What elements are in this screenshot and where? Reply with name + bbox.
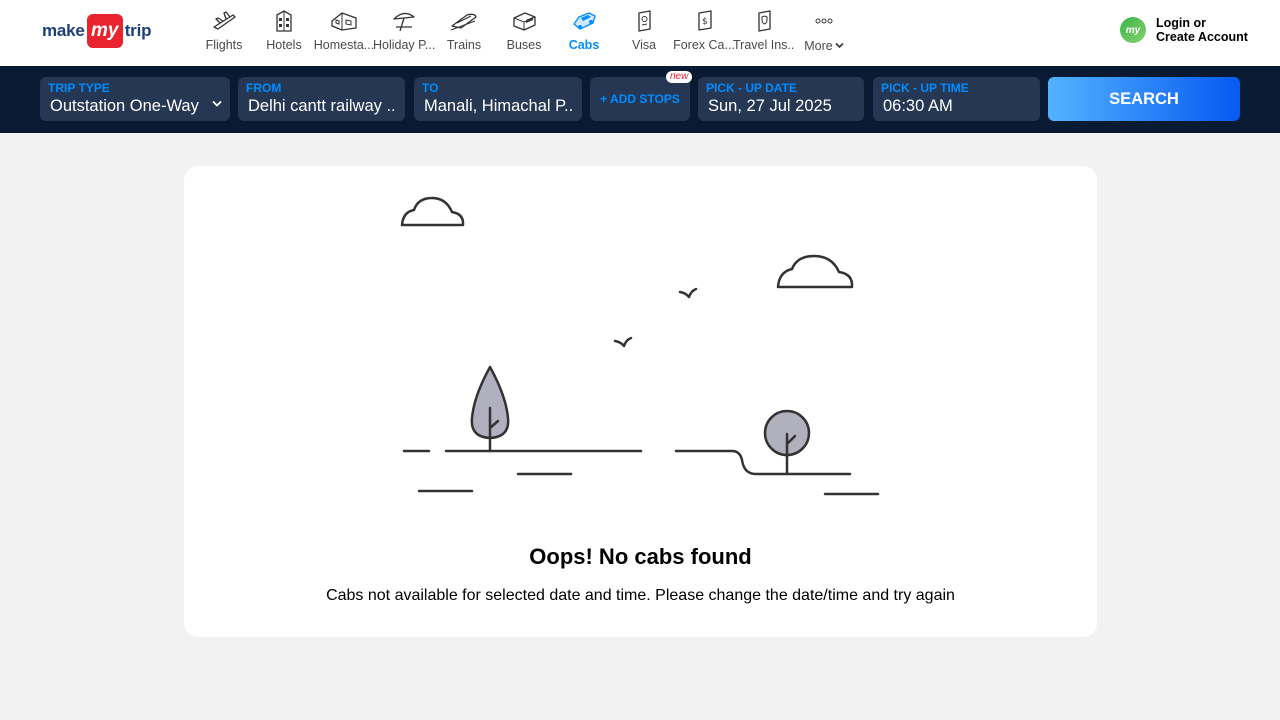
pickup-date-field[interactable]: PICK - UP DATE Sun, 27 Jul 2025 — [698, 77, 864, 121]
pickup-date-caption: PICK - UP DATE — [706, 81, 797, 95]
trip-type-caption: TRIP TYPE — [48, 81, 110, 95]
nav-label: Trains — [446, 38, 482, 52]
pickup-time-value: 06:30 AM — [883, 97, 953, 115]
to-value: Manali, Himachal P... — [424, 97, 574, 115]
nav-item-buses[interactable]: Buses — [494, 6, 554, 60]
more-row: More — [804, 36, 844, 54]
nav-item-flights[interactable]: Flights — [194, 6, 254, 60]
nav-label: Forex Ca... — [673, 38, 735, 52]
nav-label: Cabs — [568, 38, 600, 52]
nav-label: Travel Ins... — [733, 38, 795, 52]
holiday-icon — [389, 6, 419, 36]
search-button[interactable]: SEARCH — [1048, 77, 1240, 121]
pickup-time-caption: PICK - UP TIME — [881, 81, 969, 95]
forex-icon: $ — [689, 6, 719, 36]
homestay-icon — [329, 6, 359, 36]
pickup-time-field[interactable]: PICK - UP TIME 06:30 AM — [873, 77, 1040, 121]
nav-item-visa[interactable]: Visa — [614, 6, 674, 60]
visa-icon — [629, 6, 659, 36]
empty-state-title: Oops! No cabs found — [529, 544, 752, 569]
cloud-icon — [776, 254, 854, 289]
avatar: my — [1120, 17, 1146, 43]
plane-icon — [209, 6, 239, 36]
login-line-2: Create Account — [1156, 30, 1248, 44]
more-icon — [809, 6, 839, 36]
from-value: Delhi cantt railway ... — [248, 97, 397, 115]
nav-label: Holiday P... — [373, 38, 435, 52]
chevron-down-icon — [835, 36, 844, 54]
svg-text:$: $ — [702, 17, 708, 27]
pickup-date-value: Sun, 27 Jul 2025 — [708, 97, 832, 115]
empty-state-message: Cabs not available for selected date and… — [326, 587, 955, 604]
nav-item-forex-card[interactable]: $ Forex Ca... — [673, 6, 735, 60]
product-nav: Flights Hotels Homesta... Holiday P... T… — [194, 6, 854, 60]
nav-item-travel-insurance[interactable]: Travel Ins... — [733, 6, 795, 60]
nav-label: Buses — [506, 38, 542, 52]
hotel-icon — [269, 6, 299, 36]
new-badge: new — [666, 71, 693, 83]
bird-icon — [613, 336, 633, 348]
nav-item-trains[interactable]: Trains — [434, 6, 494, 60]
trip-type-value: Outstation One-Way — [50, 97, 199, 115]
logo-text-my: my — [86, 14, 123, 48]
to-field[interactable]: TO Manali, Himachal P... — [414, 77, 582, 121]
cloud-icon — [400, 196, 465, 227]
cab-icon — [569, 6, 599, 36]
train-icon — [449, 6, 479, 36]
trip-type-select[interactable]: TRIP TYPE Outstation One-Way — [40, 77, 230, 121]
nav-label: Flights — [205, 38, 243, 52]
add-stops-button[interactable]: + ADD STOPS — [590, 77, 690, 121]
nav-item-cabs[interactable]: Cabs — [554, 6, 614, 60]
nav-label: Hotels — [266, 38, 302, 52]
insurance-icon — [749, 6, 779, 36]
nav-label: Homesta... — [313, 38, 375, 52]
to-caption: TO — [422, 81, 439, 95]
from-caption: FROM — [246, 81, 282, 95]
login-text: Login or Create Account — [1156, 16, 1248, 44]
makemytrip-logo[interactable]: make my trip — [42, 13, 151, 49]
chevron-down-icon — [212, 94, 222, 112]
empty-state-card: Oops! No cabs found Cabs not available f… — [184, 166, 1097, 637]
bus-icon — [509, 6, 539, 36]
top-header: make my trip Flights Hotels Homesta... H… — [0, 0, 1280, 66]
nav-item-homestays[interactable]: Homesta... — [314, 6, 374, 60]
nav-item-hotels[interactable]: Hotels — [254, 6, 314, 60]
empty-state-illustration — [400, 196, 880, 496]
login-line-1: Login or — [1156, 16, 1206, 30]
nav-item-more[interactable]: More — [794, 6, 854, 60]
search-bar: TRIP TYPE Outstation One-Way FROM Delhi … — [0, 66, 1280, 133]
from-field[interactable]: FROM Delhi cantt railway ... — [238, 77, 405, 121]
nav-label: More — [804, 39, 833, 53]
bird-icon — [678, 287, 698, 299]
logo-text-make: make — [42, 21, 85, 40]
logo-text-trip: trip — [124, 21, 152, 40]
nav-label: Visa — [631, 38, 657, 52]
nav-item-holiday-packages[interactable]: Holiday P... — [373, 6, 435, 60]
login-button[interactable]: my Login or Create Account — [1120, 16, 1248, 44]
